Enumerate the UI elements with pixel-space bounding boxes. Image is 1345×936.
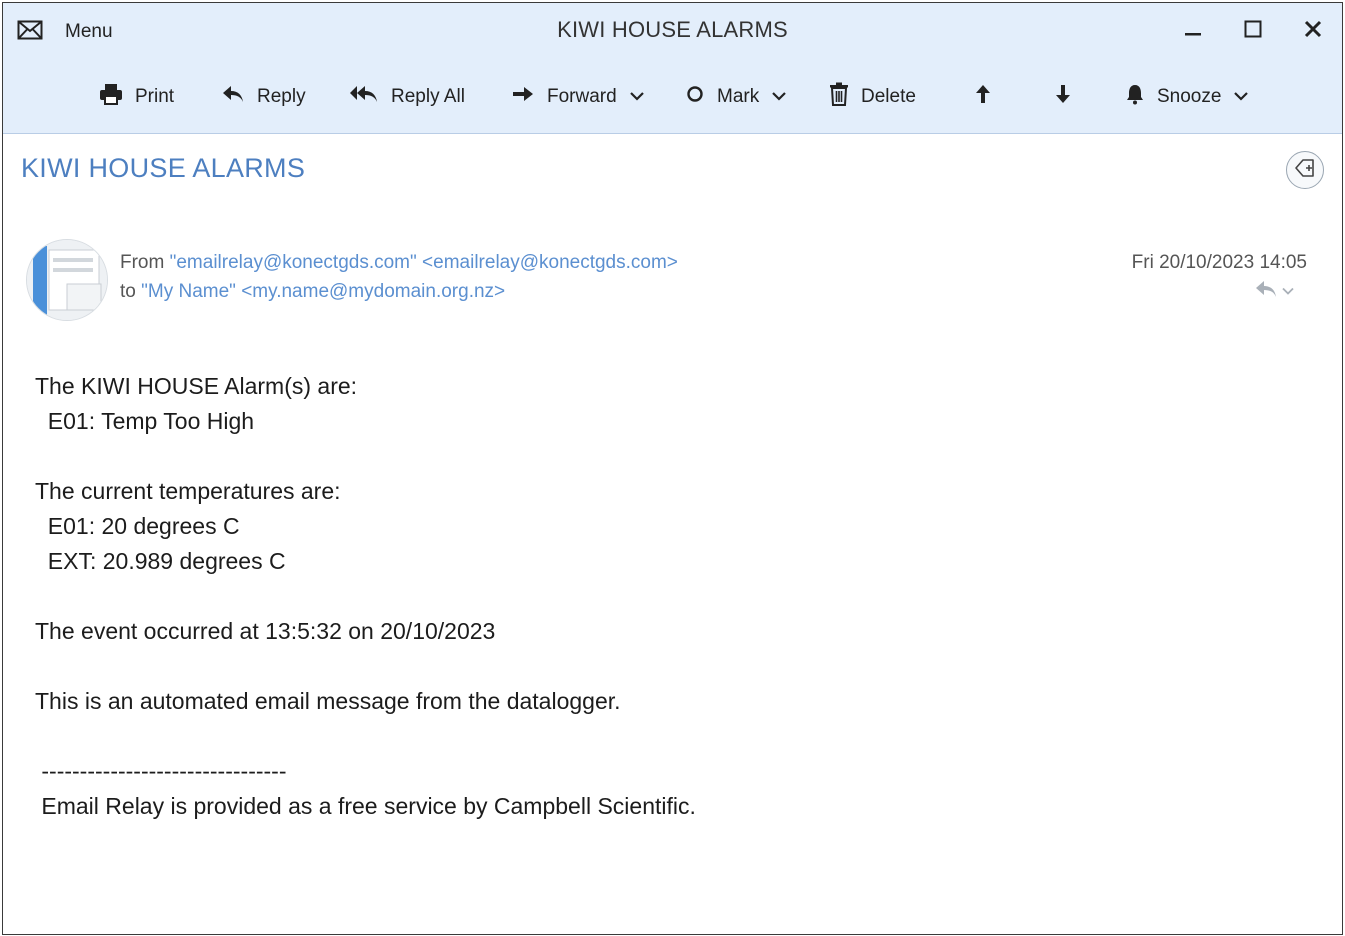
mark-button[interactable]: Mark <box>685 75 787 119</box>
maximize-button[interactable] <box>1231 13 1275 49</box>
body-line: The current temperatures are: <box>35 478 341 504</box>
from-sender-name[interactable]: "emailrelay@konectgds.com" <box>170 252 417 273</box>
avatar <box>26 239 108 321</box>
printer-icon <box>99 83 123 111</box>
tag-plus-icon <box>1293 156 1317 185</box>
quick-reply-button[interactable] <box>1253 279 1295 304</box>
close-icon <box>1303 19 1323 44</box>
to-recipient-address[interactable]: <my.name@mydomain.org.nz> <box>241 281 505 302</box>
reply-icon <box>1253 279 1279 304</box>
body-line <box>35 719 696 754</box>
body-line <box>35 649 696 684</box>
reply-button[interactable]: Reply <box>221 75 306 119</box>
chevron-down-icon <box>1233 86 1249 108</box>
body-line: This is an automated email message from … <box>35 688 621 714</box>
to-prefix: to <box>120 281 136 302</box>
message-body: The KIWI HOUSE Alarm(s) are: E01: Temp T… <box>35 369 696 824</box>
body-line: E01: 20 degrees C <box>35 513 240 539</box>
bell-icon <box>1125 83 1145 111</box>
maximize-icon <box>1243 19 1263 44</box>
from-prefix: From <box>120 252 165 273</box>
body-line: -------------------------------- <box>35 758 287 784</box>
message-date: Fri 20/10/2023 14:05 <box>1131 252 1307 273</box>
reply-label: Reply <box>257 86 306 107</box>
toolbar: Print Reply Reply All Forward Mark Delet… <box>3 75 1342 119</box>
body-line: The event occurred at 13:5:32 on 20/10/2… <box>35 618 496 644</box>
close-button[interactable] <box>1291 13 1335 49</box>
print-label: Print <box>135 86 175 107</box>
body-line: E01: Temp Too High <box>35 408 255 434</box>
forward-button[interactable]: Forward <box>511 75 645 119</box>
next-message-button[interactable] <box>1053 75 1073 119</box>
print-button[interactable]: Print <box>99 75 174 119</box>
from-sender-address[interactable]: <emailrelay@konectgds.com> <box>422 252 678 273</box>
to-recipient-name[interactable]: "My Name" <box>141 281 236 302</box>
snooze-button[interactable]: Snooze <box>1125 75 1249 119</box>
to-line: to "My Name" <my.name@mydomain.org.nz> <box>120 281 505 303</box>
body-line <box>35 439 696 474</box>
chevron-down-icon <box>771 86 787 108</box>
trash-icon <box>829 82 849 112</box>
reply-all-button[interactable]: Reply All <box>349 75 465 119</box>
add-tag-button[interactable] <box>1286 151 1324 189</box>
window-header: Menu KIWI HOUSE ALARMS Print Reply Reply… <box>3 3 1342 134</box>
window-title: KIWI HOUSE ALARMS <box>557 17 788 42</box>
body-line: EXT: 20.989 degrees C <box>35 548 286 574</box>
body-line: The KIWI HOUSE Alarm(s) are: <box>35 373 358 399</box>
previous-message-button[interactable] <box>973 75 993 119</box>
reply-all-icon <box>349 84 379 110</box>
message-subject: KIWI HOUSE ALARMS <box>21 153 306 183</box>
body-line: Email Relay is provided as a free servic… <box>35 793 696 819</box>
arrow-down-icon <box>1053 83 1073 111</box>
chevron-down-icon <box>1281 283 1295 301</box>
snooze-label: Snooze <box>1157 86 1222 107</box>
circle-icon <box>685 84 705 110</box>
forward-arrow-icon <box>511 84 535 110</box>
mail-window: Menu KIWI HOUSE ALARMS Print Reply Reply… <box>2 2 1343 935</box>
minimize-button[interactable] <box>1171 13 1215 49</box>
arrow-up-icon <box>973 83 993 111</box>
reply-icon <box>221 84 245 110</box>
body-line <box>35 579 696 614</box>
mark-label: Mark <box>717 86 760 107</box>
forward-label: Forward <box>547 86 617 107</box>
delete-label: Delete <box>861 86 916 107</box>
minimize-icon <box>1183 19 1203 44</box>
delete-button[interactable]: Delete <box>829 75 916 119</box>
reply-all-label: Reply All <box>391 86 465 107</box>
chevron-down-icon <box>629 86 645 108</box>
from-line: From "emailrelay@konectgds.com" <emailre… <box>120 252 678 274</box>
